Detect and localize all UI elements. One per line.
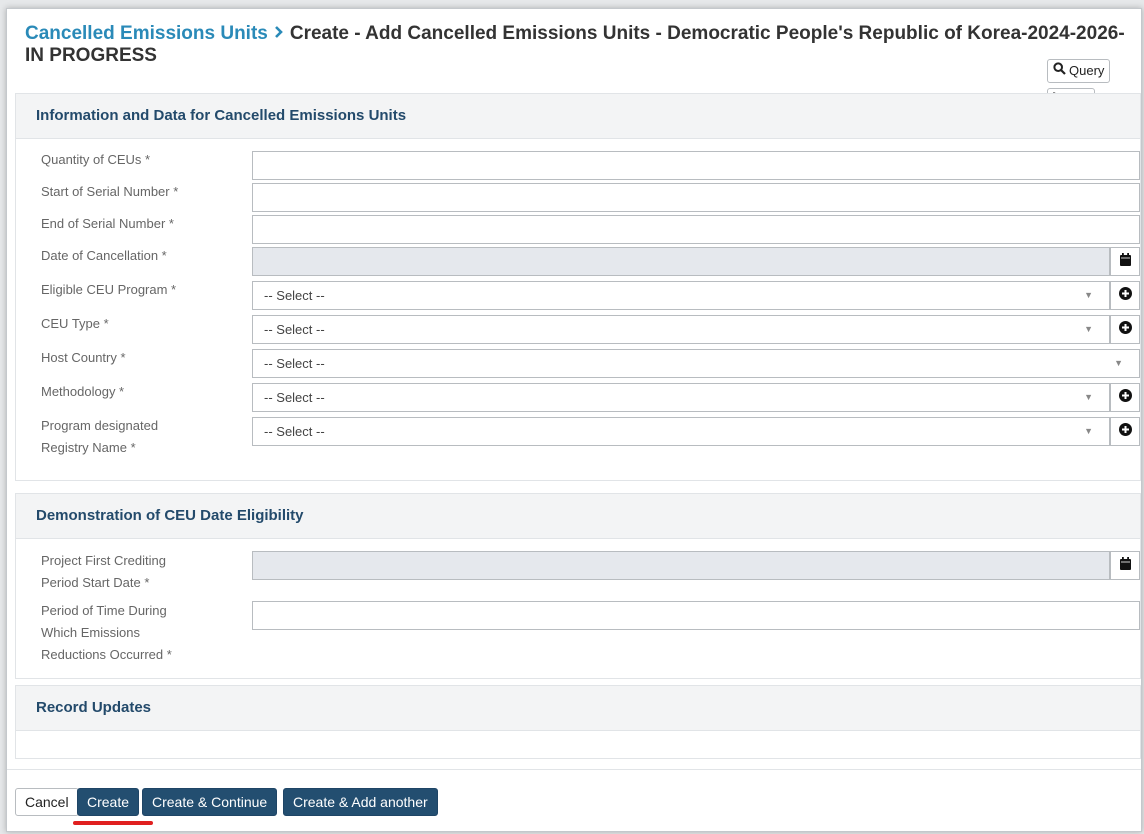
field-label: Start of Serial Number * [41, 184, 179, 199]
create-button[interactable]: Create [77, 788, 140, 816]
registry-name-select[interactable]: -- Select -- ▼ [252, 417, 1110, 446]
plus-circle-icon [1118, 286, 1132, 305]
breadcrumb-parent-link[interactable]: Cancelled Emissions Units [25, 23, 268, 44]
footer-divider [7, 769, 1141, 770]
page-header: Cancelled Emissions Units Create - Add Ca… [25, 23, 1135, 67]
methodology-select[interactable]: -- Select -- ▼ [252, 383, 1110, 412]
field-label: Quantity of CEUs * [41, 152, 151, 167]
host-country-select[interactable]: -- Select -- ▼ [252, 349, 1140, 378]
select-value: -- Select -- [264, 424, 325, 439]
serial-end-input[interactable] [252, 215, 1140, 244]
field-label: Project First Crediting Period Start Dat… [41, 553, 166, 590]
select-value: -- Select -- [264, 356, 325, 371]
eligibility-section: Demonstration of CEU Date Eligibility Pr… [15, 493, 1141, 679]
form-window: Cancelled Emissions Units Create - Add Ca… [6, 8, 1142, 832]
dropdown-caret-icon: ▼ [1084, 324, 1093, 334]
dropdown-caret-icon: ▼ [1084, 290, 1093, 300]
field-label: Program designated Registry Name * [41, 418, 159, 455]
dropdown-caret-icon: ▼ [1114, 358, 1123, 368]
record-updates-title: Record Updates [16, 686, 1140, 731]
info-section: Information and Data for Cancelled Emiss… [15, 93, 1141, 481]
calendar-icon [1119, 556, 1131, 575]
calendar-button[interactable] [1110, 551, 1140, 580]
field-label: Methodology * [41, 384, 125, 399]
record-updates-section: Record Updates [15, 685, 1141, 759]
plus-circle-icon [1118, 422, 1132, 441]
add-registry-button[interactable] [1110, 417, 1140, 446]
quantity-input[interactable] [252, 151, 1140, 180]
highlight-underline [73, 821, 153, 825]
query-label: Query [1069, 63, 1105, 78]
dropdown-caret-icon: ▼ [1084, 426, 1093, 436]
cancellation-date-input[interactable] [252, 247, 1110, 276]
create-continue-button[interactable]: Create & Continue [142, 788, 278, 816]
field-label: End of Serial Number * [41, 216, 174, 231]
info-section-title: Information and Data for Cancelled Emiss… [16, 94, 1140, 139]
select-value: -- Select -- [264, 390, 325, 405]
breadcrumb-chevron-icon [274, 23, 284, 44]
create-add-another-button[interactable]: Create & Add another [283, 788, 438, 816]
field-label: Date of Cancellation * [41, 248, 167, 263]
cancel-button[interactable]: Cancel [15, 788, 79, 816]
ceu-program-select[interactable]: -- Select -- ▼ [252, 281, 1110, 310]
ceu-type-select[interactable]: -- Select -- ▼ [252, 315, 1110, 344]
dropdown-caret-icon: ▼ [1084, 392, 1093, 402]
plus-circle-icon [1118, 320, 1132, 339]
eligibility-section-title: Demonstration of CEU Date Eligibility [16, 494, 1140, 539]
select-value: -- Select -- [264, 288, 325, 303]
field-label: Period of Time During Which Emissions Re… [41, 603, 172, 662]
plus-circle-icon [1118, 388, 1132, 407]
add-methodology-button[interactable] [1110, 383, 1140, 412]
serial-start-input[interactable] [252, 183, 1140, 212]
search-icon [1053, 59, 1066, 83]
field-label: Host Country * [41, 350, 126, 365]
reduction-period-input[interactable] [252, 601, 1140, 630]
add-ceu-program-button[interactable] [1110, 281, 1140, 310]
calendar-icon [1119, 252, 1131, 271]
calendar-button[interactable] [1110, 247, 1140, 276]
crediting-start-date-input[interactable] [252, 551, 1110, 580]
select-value: -- Select -- [264, 322, 325, 337]
field-label: CEU Type * [41, 316, 109, 331]
add-ceu-type-button[interactable] [1110, 315, 1140, 344]
query-button[interactable]: Query [1047, 59, 1111, 83]
field-label: Eligible CEU Program * [41, 282, 177, 297]
